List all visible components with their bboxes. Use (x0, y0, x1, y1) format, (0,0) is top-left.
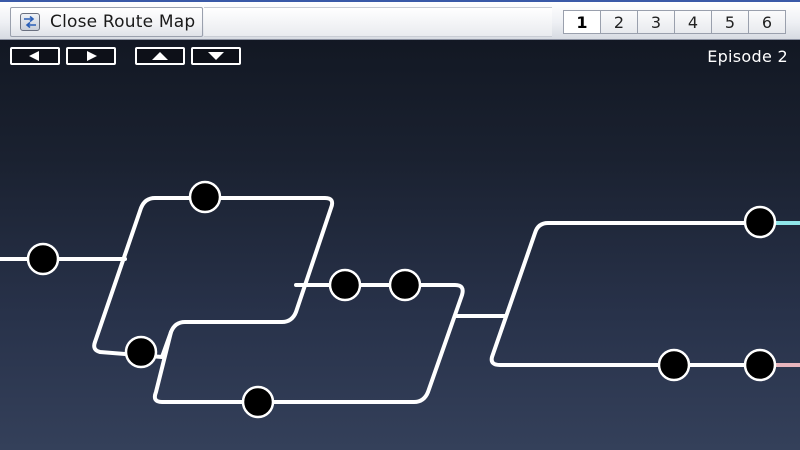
route-loop-upper (92, 196, 335, 359)
route-node[interactable] (241, 385, 275, 419)
route-node[interactable] (328, 268, 362, 302)
route-node[interactable] (743, 348, 777, 382)
route-node[interactable] (188, 180, 222, 214)
route-loop-lower (152, 283, 465, 404)
route-node[interactable] (657, 348, 691, 382)
route-node[interactable] (743, 205, 777, 239)
route-node[interactable] (124, 335, 158, 369)
route-branch-upper (489, 221, 747, 367)
route-node[interactable] (26, 242, 60, 276)
route-map (0, 180, 800, 419)
route-node[interactable] (388, 268, 422, 302)
